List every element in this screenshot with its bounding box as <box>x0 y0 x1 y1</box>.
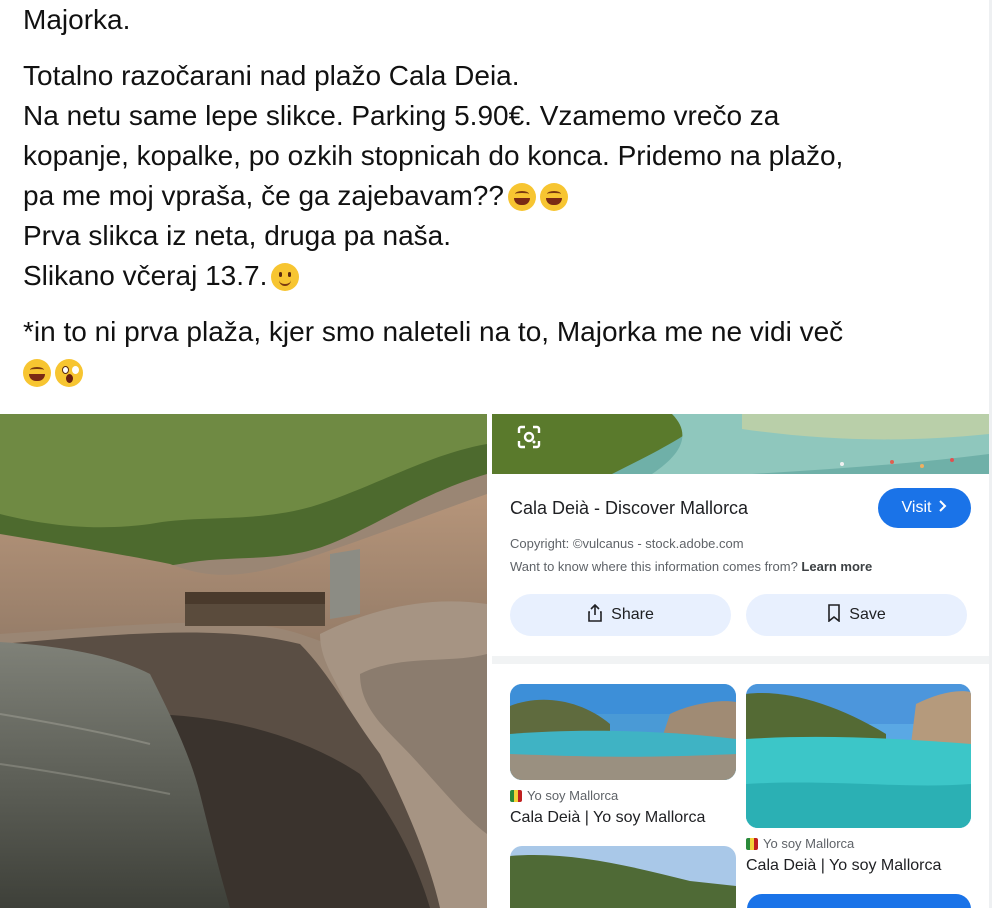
bookmark-icon <box>827 603 841 627</box>
post-line: Prva slikca iz neta, druga pa naša. <box>23 220 452 251</box>
related-title[interactable]: Cala Deià | Yo soy Mallorca <box>510 809 705 827</box>
post-paragraph: Totalno razočarani nad plažo Cala Deia. … <box>23 56 973 296</box>
image-search-panel: Cala Deià - Discover Mallorca Visit Copy… <box>492 414 989 908</box>
post-line: *in to ni prva plaža, kjer smo naleteli … <box>23 316 844 347</box>
post-title-line: Majorka. <box>23 4 131 35</box>
post-line: pa me moj vpraša, če ga zajebavam?? <box>23 180 504 211</box>
related-source-name: Yo soy Mallorca <box>763 836 855 851</box>
rofl-emoji-icon <box>539 183 568 211</box>
related-source: Yo soy Mallorca <box>510 788 618 803</box>
emoji-row <box>23 352 973 392</box>
related-title[interactable]: Cala Deià | Yo soy Mallorca <box>746 857 941 875</box>
related-thumbnail[interactable] <box>510 684 736 780</box>
result-title[interactable]: Cala Deià - Discover Mallorca <box>510 498 748 519</box>
lens-icon[interactable] <box>512 420 546 454</box>
beach-photo-image <box>0 414 487 908</box>
save-label: Save <box>849 606 886 623</box>
flag-icon <box>510 789 522 802</box>
smile-emoji-icon <box>271 263 300 291</box>
post-footnote: *in to ni prva plaža, kjer smo naleteli … <box>23 312 973 392</box>
post-text: Majorka. Totalno razočarani nad plažo Ca… <box>23 0 973 392</box>
post-line: Slikano včeraj 13.7. <box>23 260 268 291</box>
related-source-name: Yo soy Mallorca <box>527 788 619 803</box>
share-icon <box>587 603 603 627</box>
post-line-with-emoji: pa me moj vpraša, če ga zajebavam?? <box>23 176 973 216</box>
visit-button[interactable]: Visit <box>878 488 971 528</box>
visit-label: Visit <box>901 499 932 516</box>
share-label: Share <box>611 606 654 623</box>
beach-photo[interactable] <box>0 414 487 908</box>
flag-icon <box>746 837 758 850</box>
copyright-text: Copyright: ©vulcanus - stock.adobe.com <box>510 536 744 551</box>
learn-more-link[interactable]: Learn more <box>801 559 872 574</box>
astonished-emoji-icon <box>55 359 83 387</box>
post-line: Totalno razočarani nad plažo Cala Deia. <box>23 60 520 91</box>
chevron-right-icon <box>937 499 947 517</box>
related-results: Yo soy Mallorca Cala Deià | Yo soy Mallo… <box>492 664 989 908</box>
post-line: Na netu same lepe slikce. Parking 5.90€.… <box>23 100 780 131</box>
post-line: kopanje, kopalke, po ozkih stopnicah do … <box>23 140 844 171</box>
related-thumbnail[interactable] <box>746 684 971 828</box>
hero-image <box>492 414 989 474</box>
related-source: Yo soy Mallorca <box>746 836 854 851</box>
search-hero-image[interactable] <box>492 414 989 474</box>
share-button[interactable]: Share <box>510 594 731 636</box>
info-question-text: Want to know where this information come… <box>510 559 798 574</box>
visit-button-partial[interactable] <box>747 894 971 908</box>
laughing-emoji-icon <box>23 359 51 387</box>
post-line-with-emoji: Slikano včeraj 13.7. <box>23 256 973 296</box>
info-question: Want to know where this information come… <box>510 559 872 574</box>
rofl-emoji-icon <box>507 183 536 211</box>
related-thumbnail[interactable] <box>510 846 736 908</box>
result-card: Cala Deià - Discover Mallorca Visit Copy… <box>492 474 989 656</box>
save-button[interactable]: Save <box>746 594 967 636</box>
